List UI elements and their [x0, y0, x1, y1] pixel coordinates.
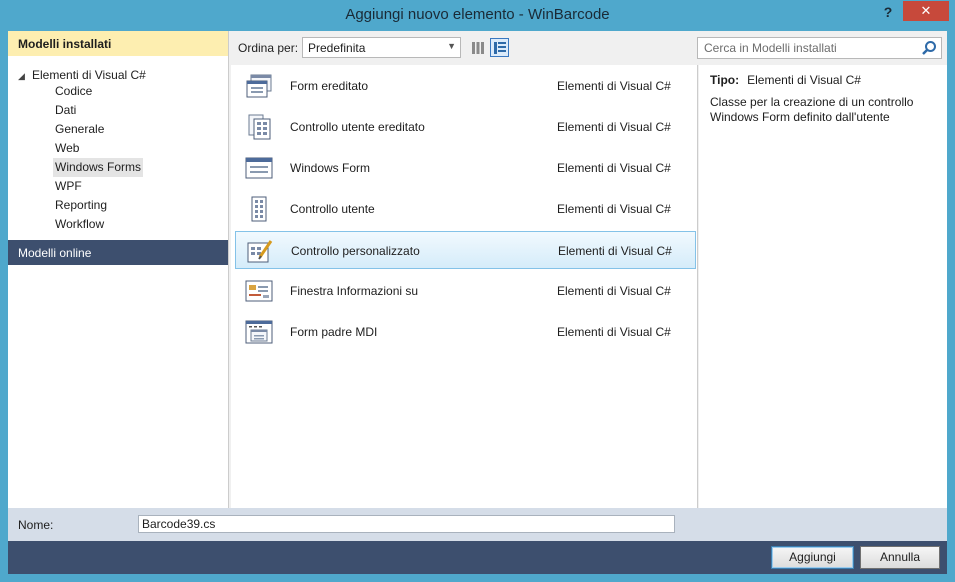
type-value: Elementi di Visual C# — [747, 73, 861, 87]
sort-value: Predefinita — [308, 41, 366, 55]
medium-icons-view-button[interactable] — [490, 38, 509, 57]
sort-label: Ordina per: — [238, 41, 299, 55]
small-icons-view-button[interactable] — [468, 38, 487, 57]
chevron-down-icon: ▼ — [447, 41, 456, 51]
mdi-parent-form-icon — [245, 320, 273, 344]
template-row-about-box[interactable]: Finestra Informazioni su Elementi di Vis… — [235, 272, 696, 310]
title-bar: Aggiungi nuovo elemento - WinBarcode ? ✕ — [0, 0, 955, 31]
search-input[interactable] — [698, 38, 918, 58]
expand-arrow-icon[interactable]: ◢ — [18, 67, 32, 85]
name-label: Nome: — [18, 518, 54, 532]
template-name: Controllo personalizzato — [291, 244, 420, 258]
template-row-mdi-parent[interactable]: Form padre MDI Elementi di Visual C# — [235, 313, 696, 351]
name-bar: Nome: — [8, 508, 947, 541]
tree-item-reporting[interactable]: Reporting — [53, 196, 109, 215]
close-button[interactable]: ✕ — [903, 1, 949, 21]
search-icon[interactable] — [921, 40, 937, 56]
template-row-inherited-user-control[interactable]: Controllo utente ereditato Elementi di V… — [235, 108, 696, 146]
template-category: Elementi di Visual C# — [557, 120, 671, 134]
installed-templates-header[interactable]: Modelli installati — [8, 31, 228, 56]
inherited-user-control-icon — [248, 114, 271, 140]
tree-root-label: Elementi di Visual C# — [32, 68, 146, 82]
windows-form-icon — [245, 157, 273, 179]
tree-item-generale[interactable]: Generale — [53, 120, 106, 139]
tree-item-windows-forms[interactable]: Windows Forms — [53, 158, 144, 177]
details-type: Tipo: Elementi di Visual C# — [710, 73, 861, 87]
online-templates-header[interactable]: Modelli online — [8, 240, 228, 265]
details-description: Classe per la creazione di un controllo … — [710, 95, 914, 124]
template-category: Elementi di Visual C# — [557, 202, 671, 216]
template-row-custom-control[interactable]: Controllo personalizzato Elementi di Vis… — [235, 231, 696, 269]
inherited-form-icon — [246, 74, 272, 98]
custom-control-icon — [247, 240, 273, 263]
tree-item-web[interactable]: Web — [53, 139, 81, 158]
list-view-icon — [494, 42, 506, 54]
template-name: Windows Form — [290, 161, 371, 175]
template-category: Elementi di Visual C# — [557, 284, 671, 298]
window-title: Aggiungi nuovo elemento - WinBarcode — [345, 6, 610, 23]
template-category: Elementi di Visual C# — [557, 325, 671, 339]
name-field[interactable] — [138, 515, 675, 533]
template-category: Elementi di Visual C# — [557, 161, 671, 175]
template-name: Controllo utente — [290, 202, 375, 216]
template-name: Form padre MDI — [290, 325, 378, 339]
details-panel: Tipo: Elementi di Visual C# Classe per la… — [699, 65, 947, 508]
templates-list: Form ereditato Elementi di Visual C# Con… — [231, 65, 698, 508]
search-box[interactable] — [697, 37, 942, 59]
categories-panel: Modelli installati ◢ Elementi di Visual C… — [8, 31, 229, 508]
dialog-window: Aggiungi nuovo elemento - WinBarcode ? ✕… — [0, 0, 955, 582]
template-name: Form ereditato — [290, 79, 369, 93]
dialog-client: Modelli installati ◢ Elementi di Visual C… — [8, 31, 947, 574]
template-row-windows-form[interactable]: Windows Form Elementi di Visual C# — [235, 149, 696, 187]
sort-toolbar: Ordina per: Predefinita ▼ — [231, 31, 698, 65]
about-box-icon — [245, 280, 273, 302]
type-label: Tipo: — [710, 73, 740, 87]
template-row-user-control[interactable]: Controllo utente Elementi di Visual C# — [235, 190, 696, 228]
template-category: Elementi di Visual C# — [558, 244, 672, 258]
template-row-inherited-form[interactable]: Form ereditato Elementi di Visual C# — [235, 67, 696, 105]
tree-item-workflow[interactable]: Workflow — [53, 215, 106, 234]
template-name: Finestra Informazioni su — [290, 284, 419, 298]
user-control-icon — [251, 196, 267, 222]
template-category: Elementi di Visual C# — [557, 79, 671, 93]
button-bar: Aggiungi Annulla — [8, 541, 947, 574]
help-button[interactable]: ? — [878, 3, 898, 23]
tree-item-wpf[interactable]: WPF — [53, 177, 84, 196]
template-name: Controllo utente ereditato — [290, 120, 425, 134]
sort-dropdown[interactable]: Predefinita ▼ — [302, 37, 461, 58]
add-button[interactable]: Aggiungi — [771, 546, 854, 569]
tree-item-codice[interactable]: Codice — [53, 82, 94, 101]
tree-item-dati[interactable]: Dati — [53, 101, 78, 120]
cancel-button[interactable]: Annulla — [860, 546, 940, 569]
small-icons-view-icon — [472, 42, 484, 54]
